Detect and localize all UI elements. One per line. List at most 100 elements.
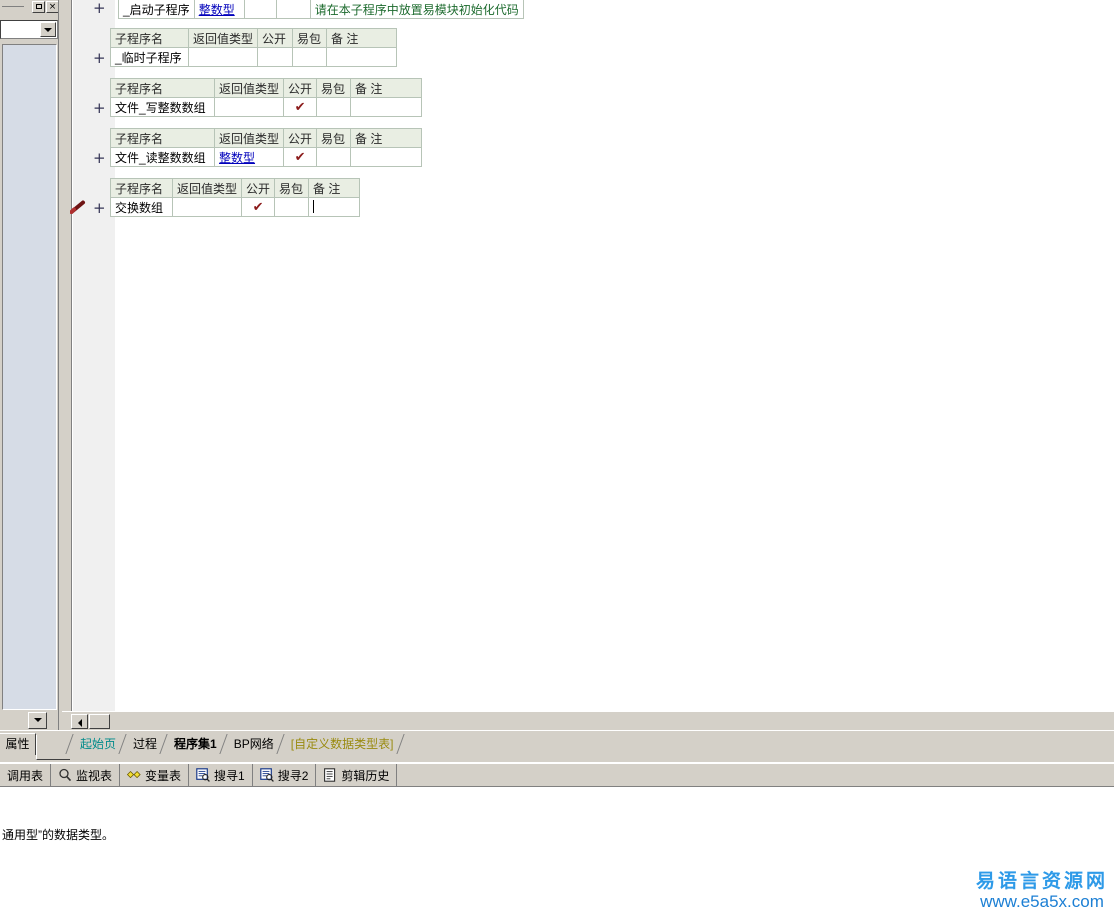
cell-easy-pack[interactable]: [316, 97, 352, 117]
col-public: 公开: [283, 128, 318, 148]
watermark-site-name: 易语言资源网: [975, 870, 1108, 892]
tab-start-page[interactable]: 起始页: [70, 734, 123, 754]
expander-start-sub[interactable]: +: [93, 1, 106, 16]
cell-easy-pack[interactable]: [292, 47, 328, 67]
tab-process[interactable]: 过程: [123, 734, 164, 754]
table-row[interactable]: 子程序名 返回值类型 公开 易包 备 注 文件_写整数数组 ✔: [110, 78, 423, 117]
cell-procedure-name[interactable]: _启动子程序: [118, 0, 195, 19]
col-easy-pack: 易包: [316, 128, 352, 148]
document-icon: [324, 768, 336, 782]
col-return-type: 返回值类型: [213, 78, 285, 98]
table-header-row: 子程序名 返回值类型 公开 易包 备 注: [110, 78, 423, 98]
toolbar-item-call-table[interactable]: 调用表: [0, 764, 52, 786]
table-row[interactable]: 子程序名 返回值类型 公开 易包 备 注 交换数组 ✔: [110, 178, 361, 217]
cell-public[interactable]: ✔: [283, 97, 318, 117]
toolbar-item-search-1[interactable]: 搜寻1: [189, 764, 253, 786]
cell-easy-pack[interactable]: [316, 147, 352, 167]
magnifier-icon: [59, 768, 72, 782]
col-public: 公开: [241, 178, 276, 198]
cell-public[interactable]: ✔: [283, 147, 318, 167]
cell-return-type[interactable]: 整数型: [213, 147, 285, 167]
toolbar-item-search-2[interactable]: 搜寻2: [253, 764, 317, 786]
tab-program-set-1[interactable]: 程序集1: [164, 734, 224, 754]
cell-procedure-name[interactable]: 文件_读整数数组: [110, 147, 215, 167]
col-note: 备 注: [350, 128, 423, 148]
cell-note[interactable]: [350, 147, 423, 167]
col-return-type: 返回值类型: [171, 178, 243, 198]
col-easy-pack: 易包: [316, 78, 352, 98]
cell-public[interactable]: [243, 0, 277, 19]
expander-file-write[interactable]: +: [93, 101, 106, 116]
sidebar-tab-properties[interactable]: 属性: [0, 733, 36, 755]
procedure-row-swap-array: 交换数组 ✔: [110, 197, 361, 217]
cell-procedure-name[interactable]: 交换数组: [110, 197, 173, 217]
expander-file-read[interactable]: +: [93, 151, 106, 166]
col-easy-pack: 易包: [292, 28, 328, 48]
procedure-row-start-sub: _启动子程序 整数型 请在本子程序中放置易模块初始化代码: [118, 0, 524, 19]
scroll-left-button[interactable]: [71, 714, 88, 729]
editor-horizontal-scrollbar[interactable]: [62, 711, 1114, 730]
description-text: 通用型”的数据类型。: [2, 828, 114, 842]
cell-note-editing[interactable]: [308, 197, 361, 217]
cell-return-type[interactable]: [187, 47, 259, 67]
restore-icon: [35, 4, 42, 9]
toolbar-item-watch-table[interactable]: 监视表: [51, 764, 121, 786]
chevron-down-icon: [44, 28, 52, 32]
chevron-down-icon: [33, 718, 42, 722]
tab-bp-network[interactable]: BP网络: [224, 734, 281, 754]
col-return-type: 返回值类型: [187, 28, 259, 48]
toolbar-label: 变量表: [145, 768, 182, 783]
tab-custom-datatype-table[interactable]: [自定义数据类型表]: [281, 734, 401, 754]
procedure-row-file-read: 文件_读整数数组 整数型 ✔: [110, 147, 423, 167]
property-list-area[interactable]: [2, 44, 57, 710]
col-return-type: 返回值类型: [213, 128, 285, 148]
toolbar-label: 搜寻2: [277, 768, 309, 783]
toolbar-item-clip-history[interactable]: 剪辑历史: [316, 764, 398, 786]
editor-splitter[interactable]: [62, 0, 72, 711]
col-procedure-name: 子程序名: [110, 78, 215, 98]
cell-return-type[interactable]: 整数型: [193, 0, 245, 19]
col-note: 备 注: [308, 178, 361, 198]
toolbar-item-variable-table[interactable]: 变量表: [120, 764, 190, 786]
code-editor-area[interactable]: + + + + + _启动子程序 整数型 请在本子程序中放置易模块初始化代码 子…: [62, 0, 1114, 711]
cell-public[interactable]: [257, 47, 294, 67]
cell-procedure-name[interactable]: _临时子程序: [110, 47, 189, 67]
cell-public[interactable]: ✔: [241, 197, 276, 217]
combobox-dropdown-button[interactable]: [40, 22, 56, 37]
panel-combobox[interactable]: [0, 20, 58, 39]
table-header-row: 子程序名 返回值类型 公开 易包 备 注: [110, 28, 398, 48]
restore-window-button[interactable]: [32, 1, 45, 13]
site-watermark: 易语言资源网 www.e5a5x.com: [976, 870, 1108, 911]
procedure-row-temp-sub: _临时子程序: [110, 47, 398, 67]
table-row[interactable]: _启动子程序 整数型 请在本子程序中放置易模块初始化代码: [118, 0, 524, 19]
find-box-icon: [259, 768, 274, 782]
col-note: 备 注: [326, 28, 398, 48]
document-tabs: 起始页 过程 程序集1 BP网络 [自定义数据类型表]: [70, 734, 414, 756]
cell-note[interactable]: [350, 97, 423, 117]
expander-temp-sub[interactable]: +: [93, 51, 106, 66]
cell-easy-pack[interactable]: [275, 0, 311, 19]
col-procedure-name: 子程序名: [110, 128, 215, 148]
cell-note[interactable]: [326, 47, 398, 67]
table-row[interactable]: 子程序名 返回值类型 公开 易包 备 注 _临时子程序: [110, 28, 398, 67]
table-header-row: 子程序名 返回值类型 公开 易包 备 注: [110, 178, 361, 198]
col-easy-pack: 易包: [274, 178, 310, 198]
col-procedure-name: 子程序名: [110, 178, 173, 198]
scrollbar-thumb[interactable]: [89, 714, 110, 729]
cell-easy-pack[interactable]: [274, 197, 310, 217]
table-header-row: 子程序名 返回值类型 公开 易包 备 注: [110, 128, 423, 148]
toolbar-label: 搜寻1: [214, 768, 245, 783]
cell-note[interactable]: 请在本子程序中放置易模块初始化代码: [309, 0, 524, 19]
cell-procedure-name[interactable]: 文件_写整数数组: [110, 97, 215, 117]
tab-strip-tail: [400, 734, 414, 754]
cell-return-type[interactable]: [213, 97, 285, 117]
procedure-row-file-write: 文件_写整数数组 ✔: [110, 97, 423, 117]
titlebar-rule: [2, 6, 24, 7]
panel-scroll-down-button[interactable]: [28, 712, 47, 729]
bottom-panel-toolbar: 调用表 监视表 变量表 搜寻1 搜寻2 剪辑历史: [0, 763, 1114, 787]
toolbar-label: 剪辑历史: [341, 768, 390, 783]
expander-swap-array[interactable]: +: [93, 201, 106, 216]
cell-return-type[interactable]: [171, 197, 243, 217]
col-public: 公开: [257, 28, 294, 48]
table-row[interactable]: 子程序名 返回值类型 公开 易包 备 注 文件_读整数数组 整数型 ✔: [110, 128, 423, 167]
